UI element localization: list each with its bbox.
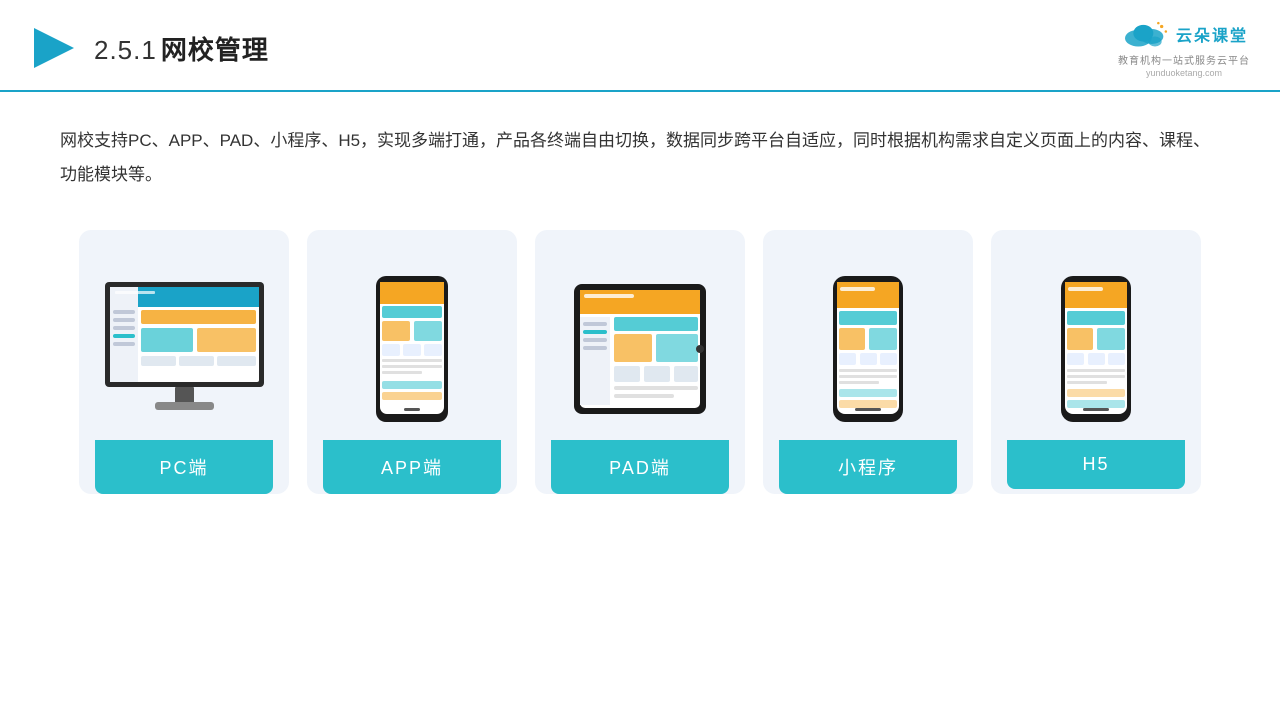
h5-image — [1007, 254, 1185, 424]
play-icon — [30, 24, 78, 72]
pad-image — [551, 254, 729, 424]
miniprogram-label: 小程序 — [779, 440, 957, 494]
pc-label: PC端 — [95, 440, 273, 494]
page-title: 2.5.1网校管理 — [94, 30, 269, 67]
header-left: 2.5.1网校管理 — [30, 24, 269, 72]
logo-tagline: 教育机构一站式服务云平台 — [1118, 52, 1250, 67]
app-label: APP端 — [323, 440, 501, 494]
header: 2.5.1网校管理 云朵课堂 教育机构一站式服务云平台 yunduoketang… — [0, 0, 1280, 92]
h5-card: H5 — [991, 230, 1201, 494]
logo-text: 云朵课堂 — [1176, 22, 1248, 46]
logo-cloud: 云朵课堂 — [1120, 18, 1248, 50]
cards-section: PC端 — [0, 202, 1280, 494]
logo-area: 云朵课堂 教育机构一站式服务云平台 yunduoketang.com — [1118, 18, 1250, 78]
pc-image — [95, 254, 273, 424]
logo-url: yunduoketang.com — [1146, 68, 1222, 78]
miniprogram-card: 小程序 — [763, 230, 973, 494]
cloud-icon — [1120, 18, 1170, 50]
app-image — [323, 254, 501, 424]
miniprogram-image — [779, 254, 957, 424]
app-card: APP端 — [307, 230, 517, 494]
pad-label: PAD端 — [551, 440, 729, 494]
description-text: 网校支持PC、APP、PAD、小程序、H5，实现多端打通，产品各终端自由切换，数… — [0, 92, 1280, 202]
pc-card: PC端 — [79, 230, 289, 494]
pad-card: PAD端 — [535, 230, 745, 494]
h5-label: H5 — [1007, 440, 1185, 489]
